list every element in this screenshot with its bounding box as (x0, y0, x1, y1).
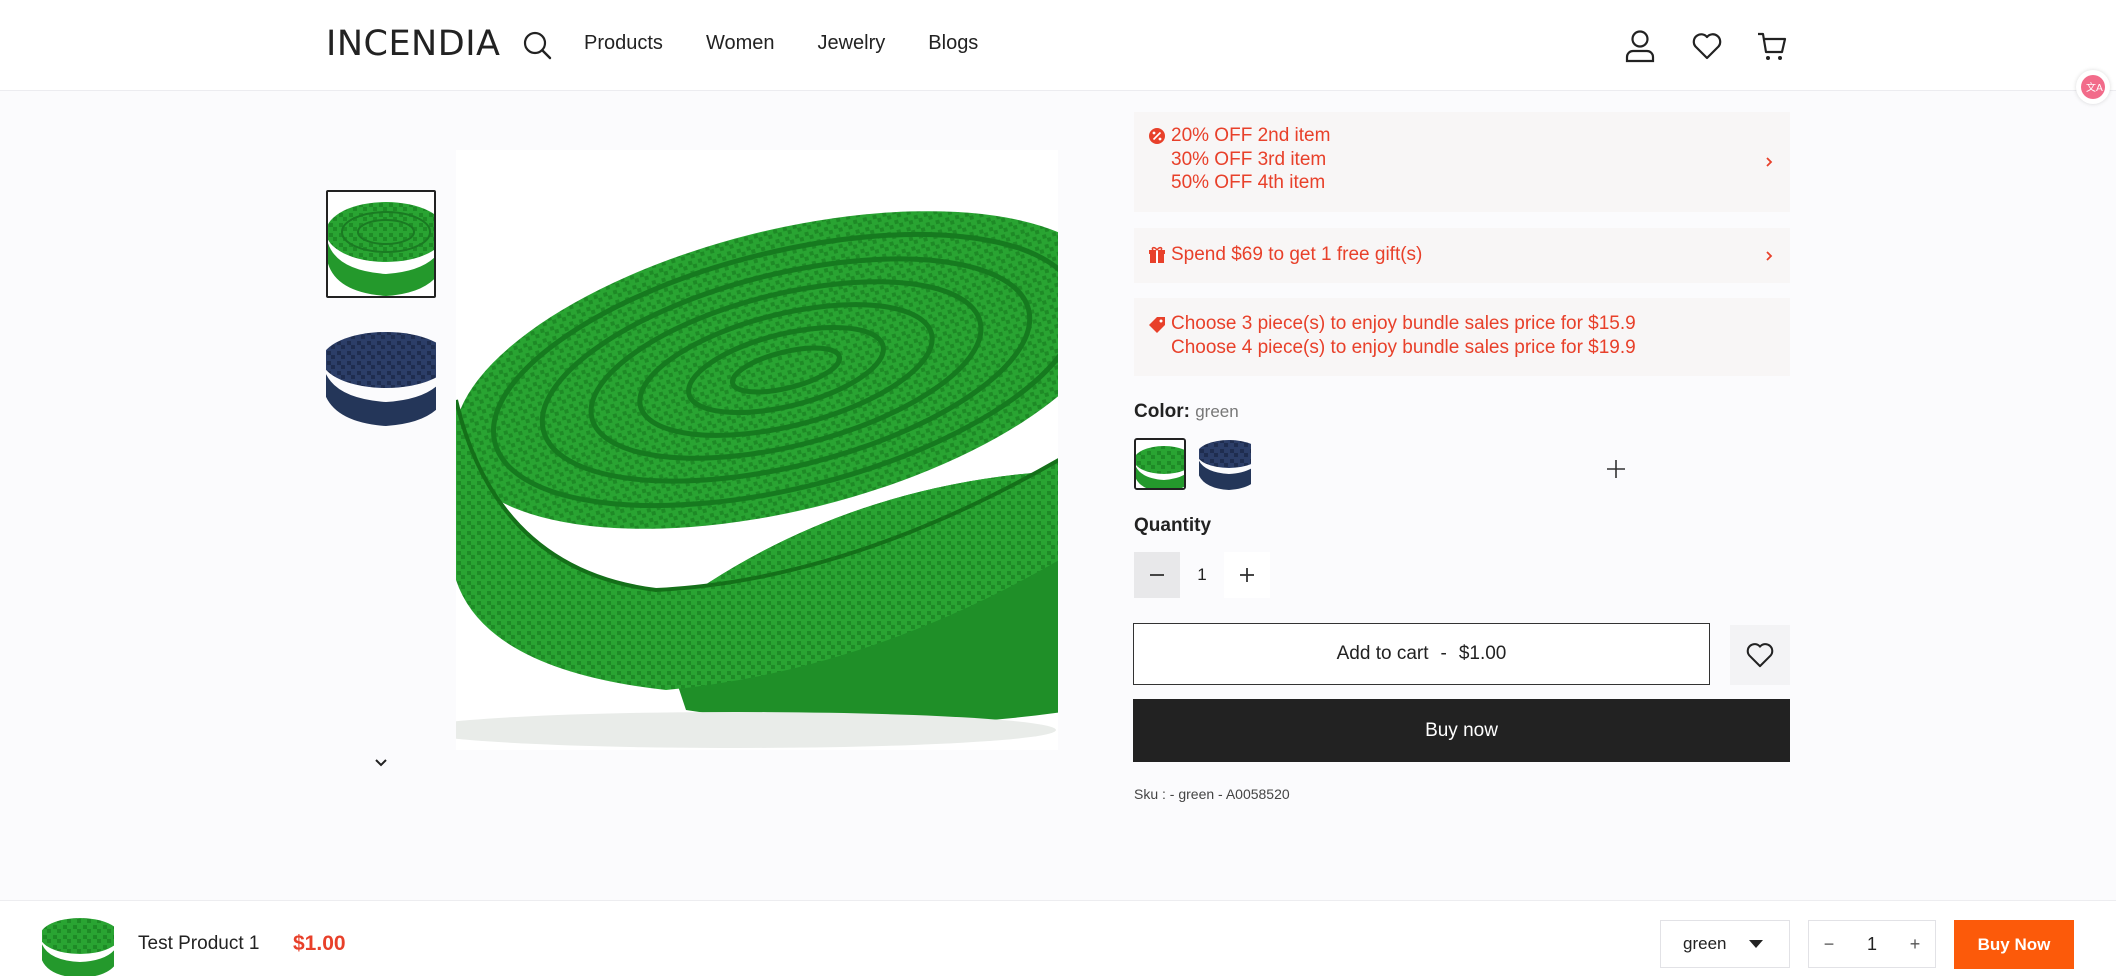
nav-women[interactable]: Women (706, 32, 775, 55)
promo-line: 50% OFF 4th item (1171, 172, 1326, 193)
sticky-product-price: $1.00 (293, 932, 346, 955)
quantity-label: Quantity (1134, 515, 1212, 536)
sticky-quantity-stepper: − 1 + (1808, 920, 1936, 968)
thumbnail-green[interactable] (326, 190, 436, 298)
product-main-image[interactable] (456, 150, 1058, 750)
discount-badge-icon (1149, 128, 1165, 144)
add-to-cart-separator: - (1440, 643, 1447, 664)
sticky-buy-now-button[interactable]: Buy Now (1954, 920, 2074, 969)
buy-now-button[interactable]: Buy now (1133, 699, 1790, 762)
nav-products[interactable]: Products (584, 32, 663, 55)
promo-free-gift[interactable]: Spend $69 to get 1 free gift(s) (1134, 228, 1790, 283)
sticky-quantity-value[interactable]: 1 (1849, 921, 1895, 967)
chevron-down-icon[interactable] (370, 752, 392, 774)
promo-tiered-discount[interactable]: 20% OFF 2nd item 30% OFF 3rd item 50% OF… (1134, 112, 1790, 212)
color-label-text: Color: (1134, 401, 1190, 422)
chevron-right-icon (1766, 251, 1773, 261)
add-to-wishlist-button[interactable] (1730, 625, 1790, 685)
plus-icon (1605, 458, 1627, 480)
nav-blogs[interactable]: Blogs (928, 32, 978, 55)
promo-bundle: Choose 3 piece(s) to enjoy bundle sales … (1134, 298, 1790, 376)
sticky-variant-select[interactable]: green (1660, 920, 1790, 968)
promo-line: 20% OFF 2nd item (1171, 125, 1331, 146)
account-icon[interactable] (1620, 26, 1660, 66)
gift-icon (1149, 246, 1165, 263)
add-to-cart-label: Add to cart (1336, 643, 1429, 664)
color-label: Color: green (1134, 401, 1239, 423)
add-to-cart-button[interactable]: Add to cart - $1.00 (1133, 623, 1710, 685)
promo-line: Choose 3 piece(s) to enjoy bundle sales … (1171, 313, 1636, 334)
sticky-product-name: Test Product 1 (138, 933, 260, 954)
heart-icon (1746, 643, 1774, 668)
promo-line: Choose 4 piece(s) to enjoy bundle sales … (1171, 336, 1636, 358)
promo-line: 30% OFF 3rd item (1171, 148, 1327, 170)
sticky-quantity-decrease-button[interactable]: − (1809, 921, 1849, 967)
quantity-value[interactable]: 1 (1180, 552, 1224, 598)
main-nav: Products Women Jewelry Blogs (584, 32, 978, 55)
sticky-variant-value: green (1683, 934, 1727, 953)
sticky-quantity-increase-button[interactable]: + (1895, 921, 1935, 967)
promo-line: Spend $69 to get 1 free gift(s) (1171, 244, 1423, 265)
color-swatch-green[interactable] (1134, 438, 1186, 490)
translate-icon[interactable]: 文A (2076, 70, 2110, 104)
thumbnail-navy[interactable] (326, 330, 436, 438)
chevron-right-icon (1766, 157, 1773, 167)
tag-icon (1149, 317, 1165, 333)
sticky-buy-bar: Test Product 1 $1.00 green − 1 + Buy Now (0, 900, 2116, 980)
search-icon[interactable] (520, 28, 554, 62)
nav-jewelry[interactable]: Jewelry (817, 32, 885, 55)
logo[interactable]: INCENDIA (326, 24, 500, 64)
plus-icon (1240, 568, 1254, 582)
svg-text:文A: 文A (2086, 81, 2103, 94)
quantity-decrease-button[interactable] (1134, 552, 1180, 598)
caret-down-icon (1749, 940, 1763, 948)
color-value: green (1195, 402, 1239, 421)
sku-text: Sku : - green - A0058520 (1134, 786, 1290, 802)
cart-icon[interactable] (1752, 26, 1792, 66)
color-swatch-navy[interactable] (1199, 438, 1251, 490)
minus-icon (1150, 574, 1164, 576)
wishlist-icon[interactable] (1687, 26, 1727, 66)
add-to-cart-price: $1.00 (1458, 643, 1507, 664)
sticky-product-thumbnail (42, 914, 114, 976)
site-header: INCENDIA Products Women Jewelry Blogs (0, 0, 2116, 91)
quantity-increase-button[interactable] (1224, 552, 1270, 598)
